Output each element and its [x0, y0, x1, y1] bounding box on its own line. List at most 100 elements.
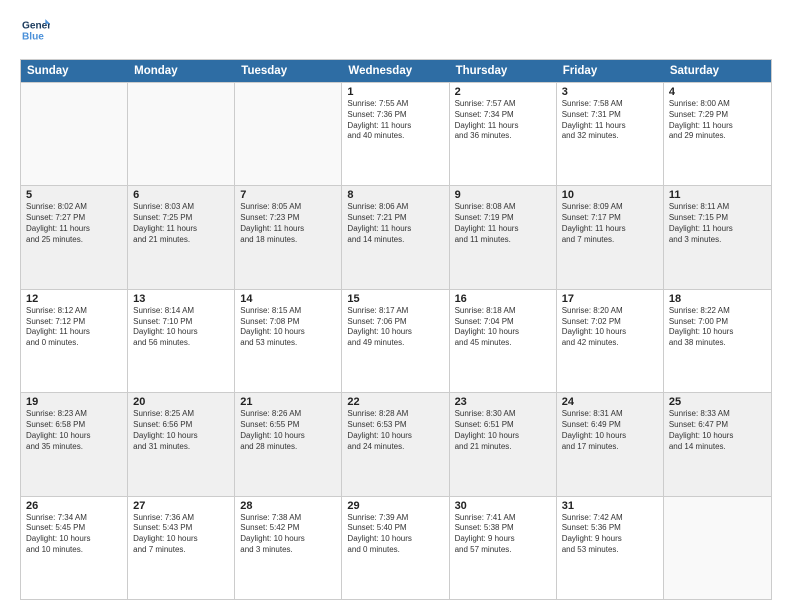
cell-line: Daylight: 10 hours: [669, 431, 766, 442]
calendar-body: 1Sunrise: 7:55 AMSunset: 7:36 PMDaylight…: [21, 82, 771, 599]
day-number: 8: [347, 189, 443, 201]
day-number: 7: [240, 189, 336, 201]
calendar-cell: [235, 83, 342, 185]
day-number: 10: [562, 189, 658, 201]
cell-line: and 17 minutes.: [562, 442, 658, 453]
cell-line: Sunrise: 8:28 AM: [347, 409, 443, 420]
weekday-header: Thursday: [450, 60, 557, 82]
calendar: SundayMondayTuesdayWednesdayThursdayFrid…: [20, 59, 772, 600]
cell-line: Sunset: 7:12 PM: [26, 317, 122, 328]
cell-line: Sunrise: 7:41 AM: [455, 513, 551, 524]
day-number: 20: [133, 396, 229, 408]
cell-line: Daylight: 10 hours: [669, 327, 766, 338]
cell-line: Daylight: 11 hours: [455, 121, 551, 132]
cell-line: Daylight: 11 hours: [347, 224, 443, 235]
calendar-cell: 20Sunrise: 8:25 AMSunset: 6:56 PMDayligh…: [128, 393, 235, 495]
cell-line: Sunrise: 7:34 AM: [26, 513, 122, 524]
calendar-cell: 24Sunrise: 8:31 AMSunset: 6:49 PMDayligh…: [557, 393, 664, 495]
day-number: 29: [347, 500, 443, 512]
cell-line: Daylight: 10 hours: [133, 534, 229, 545]
cell-line: Daylight: 10 hours: [133, 431, 229, 442]
cell-line: and 35 minutes.: [26, 442, 122, 453]
cell-line: and 7 minutes.: [562, 235, 658, 246]
cell-line: Sunrise: 8:18 AM: [455, 306, 551, 317]
cell-line: Daylight: 10 hours: [240, 534, 336, 545]
cell-line: Sunrise: 8:31 AM: [562, 409, 658, 420]
calendar-cell: 4Sunrise: 8:00 AMSunset: 7:29 PMDaylight…: [664, 83, 771, 185]
cell-line: Sunrise: 8:02 AM: [26, 202, 122, 213]
day-number: 25: [669, 396, 766, 408]
cell-line: and 14 minutes.: [347, 235, 443, 246]
cell-line: Daylight: 10 hours: [347, 534, 443, 545]
calendar-cell: [21, 83, 128, 185]
cell-line: Daylight: 11 hours: [26, 327, 122, 338]
cell-line: Sunrise: 8:08 AM: [455, 202, 551, 213]
cell-line: Sunset: 7:15 PM: [669, 213, 766, 224]
cell-line: Sunrise: 8:30 AM: [455, 409, 551, 420]
calendar-row: 19Sunrise: 8:23 AMSunset: 6:58 PMDayligh…: [21, 392, 771, 495]
calendar-cell: 6Sunrise: 8:03 AMSunset: 7:25 PMDaylight…: [128, 186, 235, 288]
cell-line: Daylight: 10 hours: [562, 431, 658, 442]
cell-line: Sunrise: 8:25 AM: [133, 409, 229, 420]
cell-line: Daylight: 10 hours: [240, 431, 336, 442]
cell-line: Daylight: 11 hours: [562, 121, 658, 132]
day-number: 3: [562, 86, 658, 98]
cell-line: and 18 minutes.: [240, 235, 336, 246]
calendar-cell: 5Sunrise: 8:02 AMSunset: 7:27 PMDaylight…: [21, 186, 128, 288]
cell-line: Daylight: 11 hours: [26, 224, 122, 235]
cell-line: Sunset: 7:02 PM: [562, 317, 658, 328]
cell-line: Sunrise: 7:39 AM: [347, 513, 443, 524]
cell-line: Sunrise: 8:26 AM: [240, 409, 336, 420]
cell-line: Daylight: 11 hours: [455, 224, 551, 235]
cell-line: Sunrise: 7:58 AM: [562, 99, 658, 110]
cell-line: Daylight: 11 hours: [133, 224, 229, 235]
calendar-cell: 14Sunrise: 8:15 AMSunset: 7:08 PMDayligh…: [235, 290, 342, 392]
cell-line: Daylight: 10 hours: [347, 327, 443, 338]
page: General Blue SundayMondayTuesdayWednesda…: [0, 0, 792, 612]
calendar-cell: 19Sunrise: 8:23 AMSunset: 6:58 PMDayligh…: [21, 393, 128, 495]
day-number: 22: [347, 396, 443, 408]
calendar-cell: 8Sunrise: 8:06 AMSunset: 7:21 PMDaylight…: [342, 186, 449, 288]
calendar-cell: 16Sunrise: 8:18 AMSunset: 7:04 PMDayligh…: [450, 290, 557, 392]
calendar-cell: 31Sunrise: 7:42 AMSunset: 5:36 PMDayligh…: [557, 497, 664, 599]
calendar-cell: 29Sunrise: 7:39 AMSunset: 5:40 PMDayligh…: [342, 497, 449, 599]
calendar-cell: 13Sunrise: 8:14 AMSunset: 7:10 PMDayligh…: [128, 290, 235, 392]
cell-line: Sunset: 6:49 PM: [562, 420, 658, 431]
calendar-cell: 22Sunrise: 8:28 AMSunset: 6:53 PMDayligh…: [342, 393, 449, 495]
day-number: 23: [455, 396, 551, 408]
cell-line: Sunset: 6:55 PM: [240, 420, 336, 431]
calendar-cell: 7Sunrise: 8:05 AMSunset: 7:23 PMDaylight…: [235, 186, 342, 288]
day-number: 16: [455, 293, 551, 305]
calendar-cell: 11Sunrise: 8:11 AMSunset: 7:15 PMDayligh…: [664, 186, 771, 288]
day-number: 12: [26, 293, 122, 305]
day-number: 6: [133, 189, 229, 201]
cell-line: Sunset: 5:42 PM: [240, 523, 336, 534]
cell-line: Daylight: 10 hours: [562, 327, 658, 338]
cell-line: Sunset: 7:00 PM: [669, 317, 766, 328]
cell-line: and 38 minutes.: [669, 338, 766, 349]
cell-line: and 21 minutes.: [455, 442, 551, 453]
header: General Blue: [20, 16, 772, 49]
weekday-header: Friday: [557, 60, 664, 82]
cell-line: Daylight: 11 hours: [347, 121, 443, 132]
cell-line: and 0 minutes.: [347, 545, 443, 556]
cell-line: Sunset: 7:10 PM: [133, 317, 229, 328]
cell-line: Sunrise: 8:33 AM: [669, 409, 766, 420]
cell-line: and 53 minutes.: [240, 338, 336, 349]
day-number: 26: [26, 500, 122, 512]
cell-line: and 32 minutes.: [562, 131, 658, 142]
cell-line: Sunset: 6:51 PM: [455, 420, 551, 431]
cell-line: Sunset: 5:40 PM: [347, 523, 443, 534]
cell-line: Sunset: 5:38 PM: [455, 523, 551, 534]
cell-line: Sunset: 7:29 PM: [669, 110, 766, 121]
cell-line: Daylight: 11 hours: [240, 224, 336, 235]
cell-line: Sunrise: 8:14 AM: [133, 306, 229, 317]
cell-line: and 28 minutes.: [240, 442, 336, 453]
cell-line: Daylight: 9 hours: [562, 534, 658, 545]
calendar-cell: 15Sunrise: 8:17 AMSunset: 7:06 PMDayligh…: [342, 290, 449, 392]
logo-icon: General Blue: [22, 16, 50, 44]
day-number: 15: [347, 293, 443, 305]
cell-line: Sunrise: 7:36 AM: [133, 513, 229, 524]
calendar-cell: 12Sunrise: 8:12 AMSunset: 7:12 PMDayligh…: [21, 290, 128, 392]
cell-line: Sunset: 7:27 PM: [26, 213, 122, 224]
